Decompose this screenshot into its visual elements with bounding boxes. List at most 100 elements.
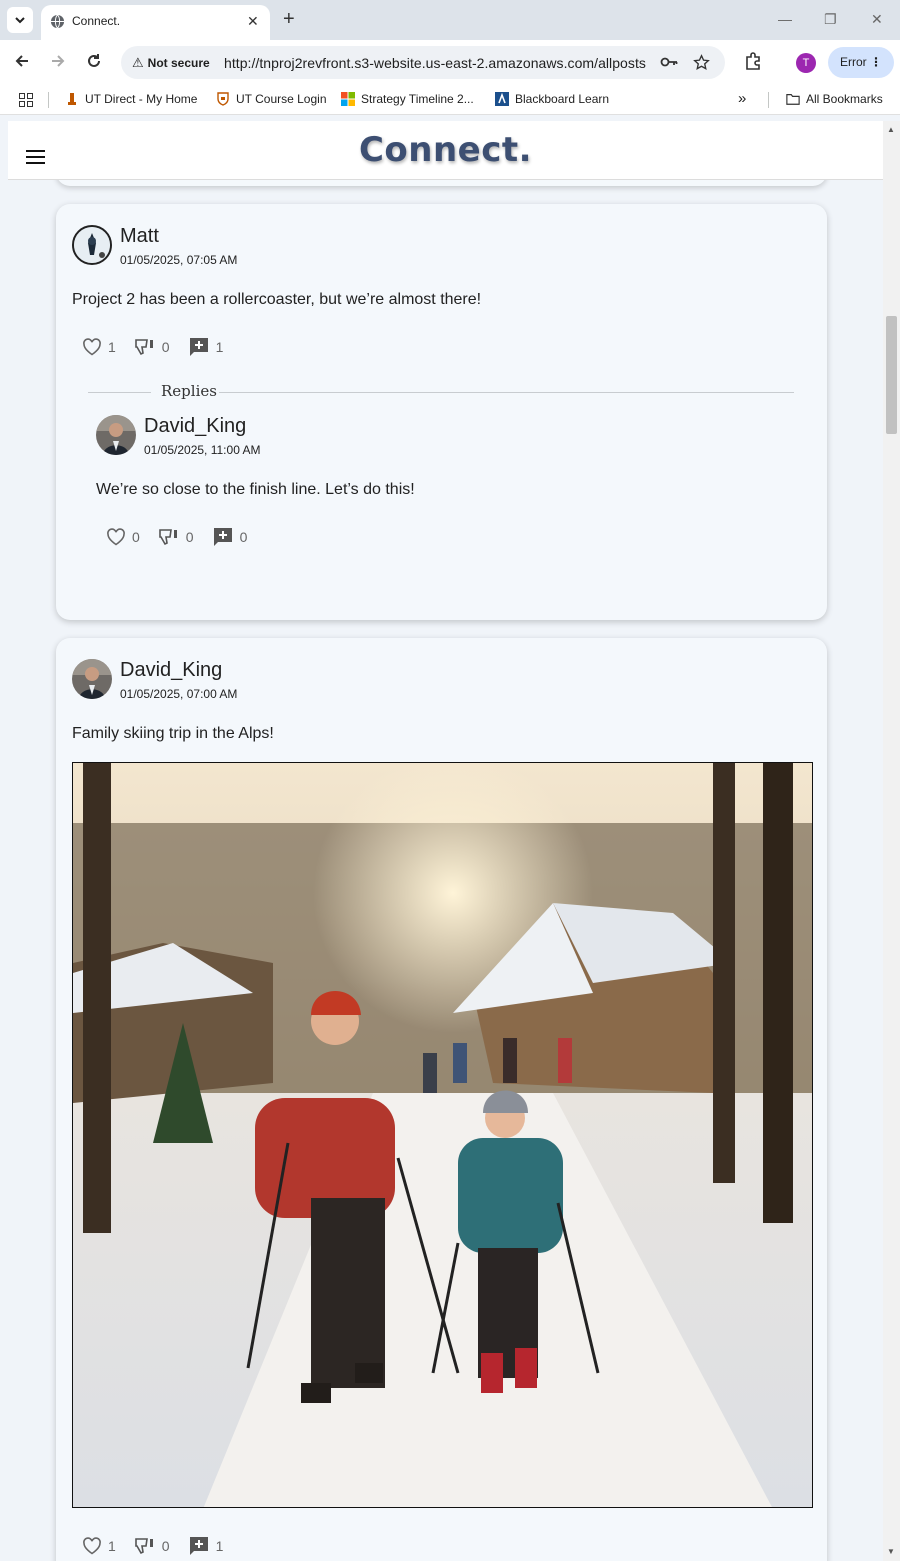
bookmark-blackboard[interactable]: Blackboard Learn <box>495 92 609 106</box>
comment-button[interactable]: 1 <box>188 337 224 357</box>
replies-divider-right <box>219 392 794 393</box>
profile-avatar[interactable]: T <box>796 53 816 73</box>
reply-author[interactable]: David_King <box>144 415 246 438</box>
post-author[interactable]: Matt <box>120 225 159 248</box>
bookmark-ut-direct[interactable]: UT Direct - My Home <box>65 92 197 106</box>
bookmarks-bar: UT Direct - My Home UT Course Login Stra… <box>0 85 900 115</box>
dislike-button[interactable]: 0 <box>134 337 170 357</box>
ut-shield-icon <box>217 92 229 106</box>
bookmarks-overflow-icon[interactable]: » <box>738 90 746 107</box>
all-bookmarks-label: All Bookmarks <box>806 92 883 106</box>
close-window-button[interactable]: ✕ <box>871 11 883 28</box>
security-chip[interactable]: ⚠ Not secure <box>128 51 216 74</box>
dislike-count: 0 <box>185 529 194 545</box>
reply-actions: 0 0 0 <box>106 527 265 547</box>
divider <box>768 92 769 108</box>
reply-text: We’re so close to the finish line. Let’s… <box>96 481 415 498</box>
add-comment-icon <box>189 338 208 356</box>
like-count: 1 <box>108 1538 116 1554</box>
back-arrow-icon[interactable] <box>13 52 31 70</box>
tab-title: Connect. <box>72 14 121 28</box>
tab-strip: Connect. ✕ + — ❐ ✕ <box>0 0 900 40</box>
post-card: Matt 01/05/2025, 07:05 AM Project 2 has … <box>56 204 827 620</box>
security-label: Not secure <box>147 55 210 70</box>
heart-icon <box>107 528 125 546</box>
replies-heading: Replies <box>161 382 217 400</box>
like-button[interactable]: 1 <box>82 1537 116 1555</box>
bookmark-label: Blackboard Learn <box>515 92 610 106</box>
bookmark-label: Strategy Timeline 2... <box>361 92 474 106</box>
reload-icon[interactable] <box>85 52 103 70</box>
user-avatar-image <box>96 415 136 455</box>
thumbs-down-icon <box>134 339 153 356</box>
user-avatar-image <box>74 227 110 263</box>
thumbs-down-icon <box>158 529 177 546</box>
url-text[interactable]: http://tnproj2revfront.s3-website.us-eas… <box>224 55 646 71</box>
folder-icon <box>786 94 800 105</box>
more-vert-icon: ⋮ <box>870 55 882 69</box>
comment-button[interactable]: 0 <box>212 527 247 547</box>
vertical-scrollbar[interactable]: ▲ ▼ <box>883 121 900 1561</box>
dislike-button[interactable]: 0 <box>158 527 194 547</box>
scroll-down-arrow-icon[interactable]: ▼ <box>887 1547 895 1556</box>
dislike-count: 0 <box>161 339 170 355</box>
key-icon[interactable] <box>660 54 678 70</box>
bookmark-label: UT Direct - My Home <box>85 92 198 106</box>
post-card: David_King 01/05/2025, 07:00 AM Family s… <box>56 638 827 1561</box>
post-author[interactable]: David_King <box>120 659 222 682</box>
app-header: Connect. <box>8 121 883 180</box>
scroll-up-arrow-icon[interactable]: ▲ <box>887 125 895 134</box>
bookmark-label: UT Course Login <box>236 92 327 106</box>
ut-tower-icon <box>68 93 76 105</box>
restore-button[interactable]: ❐ <box>824 11 837 28</box>
close-tab-icon[interactable]: ✕ <box>247 13 259 30</box>
post-actions: 1 0 1 <box>82 337 241 357</box>
bookmark-strategy-timeline[interactable]: Strategy Timeline 2... <box>341 92 474 106</box>
brand-logo[interactable]: Connect. <box>8 130 883 170</box>
forward-arrow-icon[interactable] <box>49 52 67 70</box>
tab-search-button[interactable] <box>7 7 33 33</box>
minimize-button[interactable]: — <box>778 11 792 27</box>
star-icon[interactable] <box>693 54 710 71</box>
avatar[interactable] <box>72 659 112 699</box>
post-date: 01/05/2025, 07:00 AM <box>120 687 238 701</box>
bookmark-ut-course-login[interactable]: UT Course Login <box>216 92 327 106</box>
replies-divider-left <box>88 392 151 393</box>
heart-icon <box>83 338 101 356</box>
reply-date: 01/05/2025, 11:00 AM <box>144 443 261 457</box>
comment-button[interactable]: 1 <box>188 1536 223 1556</box>
post-text: Project 2 has been a rollercoaster, but … <box>72 291 482 308</box>
extensions-icon[interactable] <box>743 51 763 71</box>
scrollbar-thumb[interactable] <box>886 316 897 434</box>
post-date: 01/05/2025, 07:05 AM <box>120 253 238 267</box>
post-image[interactable] <box>72 762 813 1508</box>
thumbs-down-icon <box>134 1538 153 1555</box>
page-viewport: Connect. Matt 01/05/2025, 07:05 AM Proje… <box>0 121 883 1561</box>
toolbar: ⚠ Not secure http://tnproj2revfront.s3-w… <box>0 40 900 85</box>
dislike-count: 0 <box>161 1538 170 1554</box>
warning-icon: ⚠ <box>132 54 144 70</box>
avatar[interactable] <box>96 415 136 455</box>
avatar[interactable] <box>72 225 112 265</box>
dislike-button[interactable]: 0 <box>134 1536 170 1556</box>
comment-count: 1 <box>215 339 224 355</box>
add-comment-icon <box>213 528 232 546</box>
like-button[interactable]: 1 <box>82 338 116 356</box>
like-button[interactable]: 0 <box>106 528 140 546</box>
add-comment-icon <box>189 1537 208 1555</box>
like-count: 0 <box>132 529 140 545</box>
omnibox[interactable]: ⚠ Not secure http://tnproj2revfront.s3-w… <box>121 46 725 79</box>
like-count: 1 <box>108 339 116 355</box>
user-avatar-image <box>72 659 112 699</box>
error-label: Error <box>840 55 867 69</box>
skiing-photo <box>73 763 812 1507</box>
all-bookmarks-button[interactable]: All Bookmarks <box>786 92 883 106</box>
new-tab-button[interactable]: + <box>283 9 295 29</box>
chevron-down-icon <box>15 17 25 24</box>
post-text: Family skiing trip in the Alps! <box>72 725 274 742</box>
globe-icon <box>50 14 65 29</box>
error-button[interactable]: Error ⋮ <box>828 47 894 78</box>
browser-tab[interactable]: Connect. ✕ <box>41 5 270 40</box>
blackboard-logo-icon <box>495 92 509 106</box>
apps-grid-icon[interactable] <box>19 93 33 107</box>
